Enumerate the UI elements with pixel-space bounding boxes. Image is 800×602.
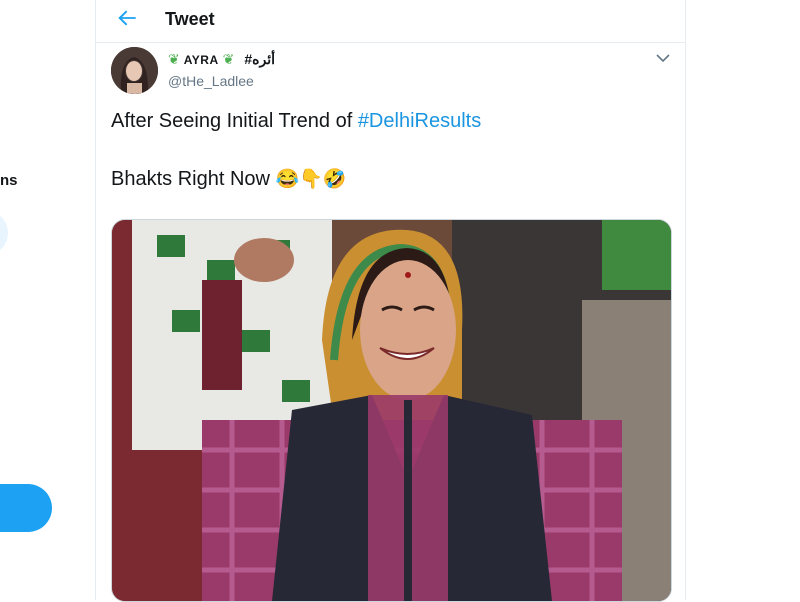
page-header: Tweet: [96, 0, 685, 43]
tweet-text-line1: After Seeing Initial Trend of #DelhiResu…: [111, 110, 481, 133]
back-button[interactable]: [114, 5, 140, 31]
tweet-text-line2: Bhakts Right Now 😂👇🤣: [111, 167, 347, 191]
avatar[interactable]: [111, 47, 158, 94]
tweet-media-image[interactable]: [111, 219, 672, 602]
chevron-down-icon[interactable]: [656, 53, 670, 63]
leaf-icon: ❦: [222, 51, 235, 67]
tweet-compose-button[interactable]: [0, 484, 52, 532]
hashtag-link[interactable]: #DelhiResults: [358, 110, 481, 132]
tweet-text: After Seeing Initial Trend of: [111, 110, 358, 132]
leaf-icon: ❦: [168, 51, 180, 67]
sidebar-avatar-button[interactable]: [0, 212, 8, 254]
display-name-extra: #أئره: [244, 51, 276, 67]
sidebar-item-label[interactable]: ns: [0, 172, 18, 189]
author-name[interactable]: ❦ AYRA ❦ #أئره: [168, 51, 275, 68]
page-title: Tweet: [165, 9, 215, 29]
main-column: Tweet ❦ AYRA ❦ #أئره @tHe_Ladlee After S…: [95, 0, 686, 602]
display-name: AYRA: [183, 52, 219, 67]
arrow-left-icon: [118, 10, 136, 26]
emoji-group: 😂👇🤣: [275, 169, 347, 190]
tweet-text: Bhakts Right Now: [111, 168, 270, 190]
sidebar: ns: [0, 0, 95, 600]
author-handle[interactable]: @tHe_Ladlee: [168, 73, 254, 89]
